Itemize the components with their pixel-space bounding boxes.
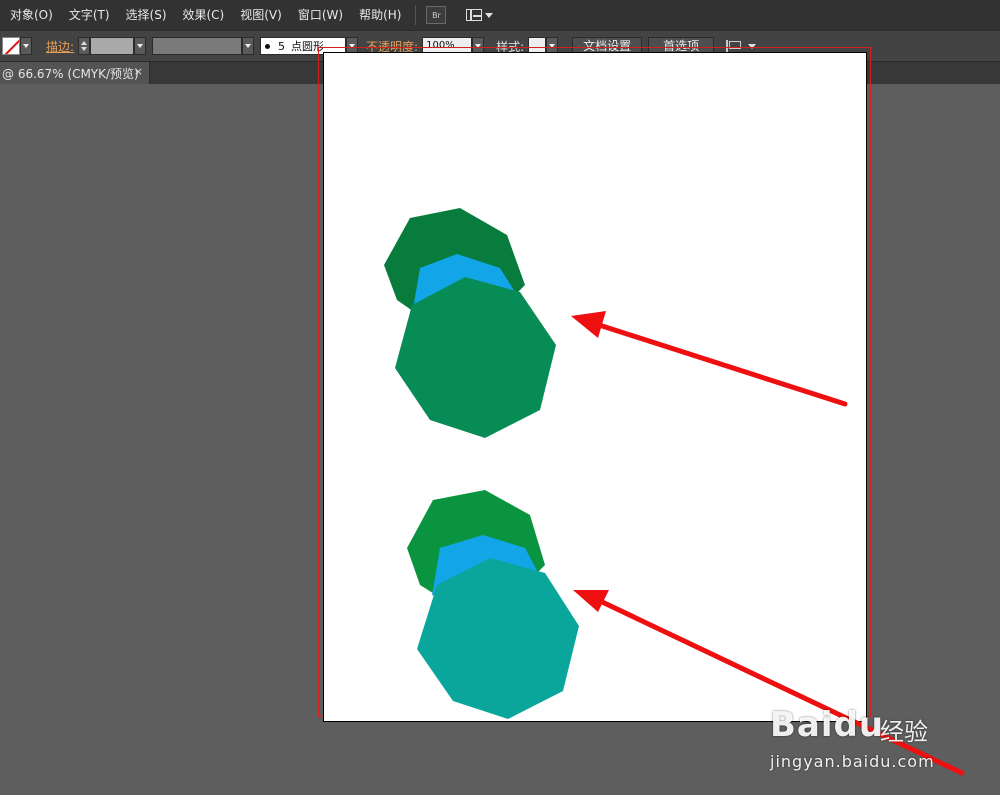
menu-view[interactable]: 视图(V) [232,0,290,30]
brush-size: 5 [278,39,286,53]
watermark-cn: 经验 [880,718,928,746]
chevron-down-icon [245,44,252,48]
variable-width-dropdown[interactable] [242,37,255,55]
menu-divider [415,5,417,25]
chevron-down-icon [137,44,144,48]
stroke-label[interactable]: 描边: [46,38,74,55]
close-icon[interactable]: × [134,65,143,78]
bridge-button[interactable]: Br [426,6,447,24]
menu-window[interactable]: 窗口(W) [290,0,351,30]
menu-type[interactable]: 文字(T) [61,0,118,30]
watermark-url: jingyan.baidu.com [770,752,935,771]
workspace-switcher[interactable] [466,9,494,21]
fill-none-swatch[interactable] [2,37,20,55]
stroke-weight-field[interactable] [90,37,135,55]
document-tab-title: @ 66.67% (CMYK/预览) [2,66,139,81]
chevron-down-icon [23,44,29,48]
brush-dot-icon [265,43,271,49]
menu-bar: 对象(O) 文字(T) 选择(S) 效果(C) 视图(V) 窗口(W) 帮助(H… [0,0,1000,30]
fill-dropdown[interactable] [20,37,32,55]
menu-effect[interactable]: 效果(C) [175,0,233,30]
menu-help[interactable]: 帮助(H) [351,0,409,30]
artboard-page[interactable] [323,52,867,722]
chevron-down-icon [485,12,494,18]
variable-width-field[interactable] [152,37,243,55]
document-tab[interactable]: @ 66.67% (CMYK/预览) × [0,62,150,84]
watermark-brand: Baidu [770,705,885,745]
menu-select[interactable]: 选择(S) [118,0,175,30]
stroke-weight-dropdown[interactable] [134,37,147,55]
menu-object[interactable]: 对象(O) [0,0,61,30]
workspace-icon [466,9,483,21]
stroke-stepper[interactable] [78,37,91,55]
